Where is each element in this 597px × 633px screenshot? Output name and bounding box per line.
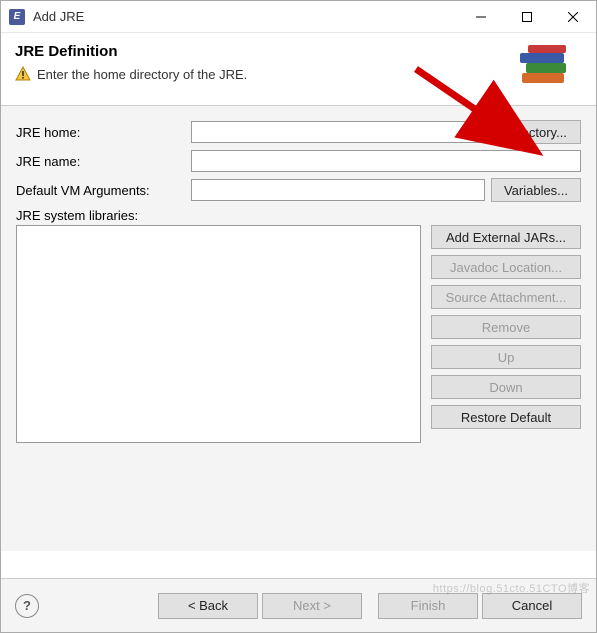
add-external-button[interactable]: Add External JARs... (431, 225, 581, 249)
restore-button[interactable]: Restore Default (431, 405, 581, 429)
variables-button[interactable]: Variables... (491, 178, 581, 202)
remove-button[interactable]: Remove (431, 315, 581, 339)
close-button[interactable] (550, 1, 596, 33)
window-controls (458, 1, 596, 33)
help-icon[interactable]: ? (15, 594, 39, 618)
vm-args-input[interactable] (191, 179, 485, 201)
books-icon (516, 43, 576, 93)
vm-args-label: Default VM Arguments: (16, 183, 191, 198)
watermark: https://blog.51cto.51CTO博客 (433, 580, 590, 596)
jre-name-row: JRE name: (16, 150, 581, 172)
wizard-banner: JRE Definition Enter the home directory … (1, 33, 596, 105)
libraries-list[interactable] (16, 225, 421, 443)
next-button[interactable]: Next > (262, 593, 362, 619)
source-button[interactable]: Source Attachment... (431, 285, 581, 309)
maximize-button[interactable] (504, 1, 550, 33)
libraries-buttons: Add External JARs... Javadoc Location...… (431, 225, 581, 443)
libraries-label: JRE system libraries: (16, 208, 581, 223)
directory-button[interactable]: Directory... (491, 120, 581, 144)
jre-home-row: JRE home: Directory... (16, 120, 581, 144)
jre-name-input[interactable] (191, 150, 581, 172)
finish-button[interactable]: Finish (378, 593, 478, 619)
cancel-button[interactable]: Cancel (482, 593, 582, 619)
banner-message: Enter the home directory of the JRE. (37, 67, 247, 82)
vm-args-row: Default VM Arguments: Variables... (16, 178, 581, 202)
form-area: JRE home: Directory... JRE name: Default… (1, 106, 596, 551)
jre-name-label: JRE name: (16, 154, 191, 169)
libraries-area: Add External JARs... Javadoc Location...… (16, 225, 581, 443)
window-title: Add JRE (33, 9, 458, 24)
page-title: JRE Definition (15, 43, 516, 60)
jre-home-label: JRE home: (16, 125, 191, 140)
title-bar: E Add JRE (1, 1, 596, 33)
eclipse-icon: E (9, 9, 25, 25)
back-button[interactable]: < Back (158, 593, 258, 619)
down-button[interactable]: Down (431, 375, 581, 399)
javadoc-button[interactable]: Javadoc Location... (431, 255, 581, 279)
up-button[interactable]: Up (431, 345, 581, 369)
jre-home-input[interactable] (191, 121, 485, 143)
minimize-button[interactable] (458, 1, 504, 33)
warning-icon (15, 66, 31, 82)
